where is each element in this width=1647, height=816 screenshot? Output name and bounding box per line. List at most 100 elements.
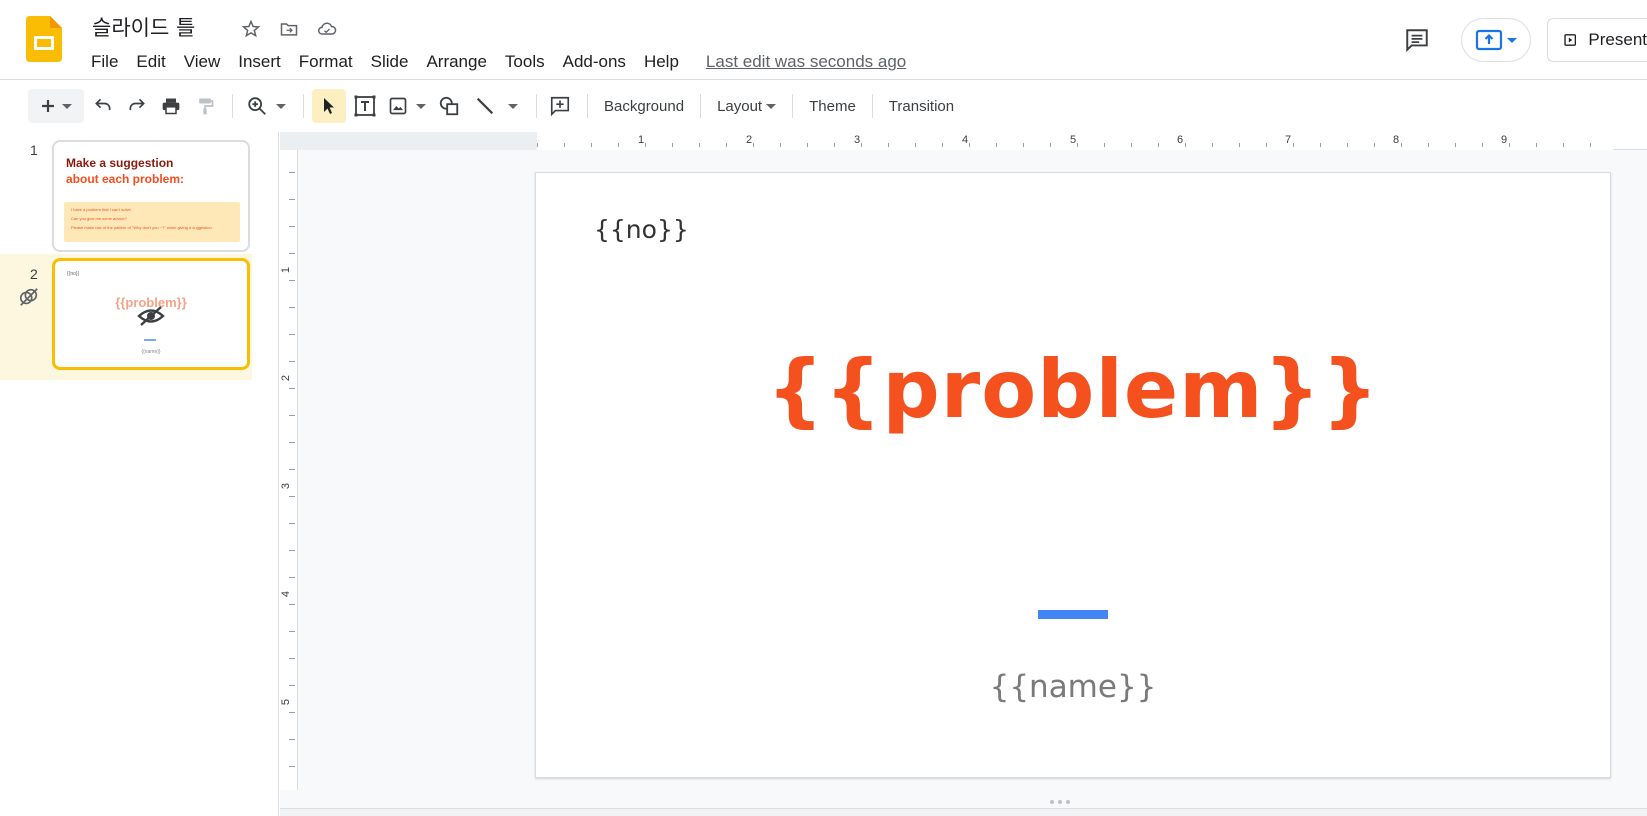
thumb-name-placeholder: {{name}} [141,349,161,355]
menu-tools[interactable]: Tools [496,48,554,76]
present-label: Present [1588,30,1647,49]
toolbar-divider [792,94,794,118]
move-to-folder-icon[interactable] [276,16,302,42]
text-box-icon [354,95,376,117]
thumb-text-line: Can you give me some advice? [71,216,127,221]
toolbar-divider [232,94,233,118]
ruler-corner [280,132,298,150]
menu-addons[interactable]: Add-ons [554,48,635,76]
name-placeholder[interactable]: {{name}} [536,669,1610,705]
print-icon [162,98,180,115]
speaker-notes-strip[interactable] [280,808,1647,816]
problem-placeholder[interactable]: {{problem}} [536,343,1610,436]
slide-editor: 1 2 3 4 5 6 7 8 9 1 2 3 4 5 {{no}} {{pro… [280,132,1647,816]
background-button[interactable]: Background [596,98,692,115]
chevron-down-icon [1507,37,1517,43]
add-comment-icon [550,96,570,117]
shape-button[interactable] [434,89,464,123]
image-icon [389,97,407,115]
chevron-down-icon [276,103,286,109]
thumb-text-line: Please make use of the pattern of "Why d… [71,225,213,230]
slide-canvas[interactable]: {{no}} {{problem}} {{name}} [535,172,1611,778]
ruler-margin [298,132,537,150]
document-title[interactable]: 슬라이드 틀 [92,12,195,42]
undo-button[interactable] [88,89,118,123]
handle-dot [1058,800,1062,804]
slide-number: 1 [30,142,38,158]
thumb-text-box: I have a problem that I can't solve. Can… [64,202,240,242]
comment-icon [1406,29,1428,53]
ruler-ticks [289,172,295,778]
slideshow-icon [1564,34,1577,46]
thumb-text-line: I have a problem that I can't solve. [71,207,132,212]
paint-format-icon [199,98,214,115]
present-screen-icon [1475,29,1503,51]
new-slide-button[interactable] [28,89,84,123]
last-edit-link[interactable]: Last edit was seconds ago [706,52,906,72]
select-tool-button[interactable] [312,89,346,123]
text-box-button[interactable] [350,89,380,123]
layout-button[interactable]: Layout [709,89,780,123]
toolbar-divider [303,94,304,118]
slide-thumbnail-2[interactable]: {{no}} {{problem}} {{name}} [52,258,250,370]
layout-label: Layout [717,97,763,115]
slide-filmstrip: 1 Make a suggestion about each problem: … [0,132,279,816]
slides-logo-icon[interactable] [26,16,62,62]
resize-handle[interactable] [1050,800,1070,804]
ruler-ticks [537,143,1613,147]
redo-icon [129,98,145,111]
menu-slide[interactable]: Slide [362,48,418,76]
handle-dot [1066,800,1070,804]
transition-button[interactable]: Transition [881,98,962,115]
slide-thumbnail-1[interactable]: Make a suggestion about each problem: I … [52,140,250,252]
chevron-down-icon [62,103,72,109]
thumb-title-line1: Make a suggestion [66,156,174,170]
handle-dot [1050,800,1054,804]
horizontal-ruler[interactable]: 1 2 3 4 5 6 7 8 9 [280,132,1647,150]
zoom-in-icon [248,97,266,115]
chevron-down-icon [508,103,518,109]
zoom-button[interactable] [241,89,291,123]
undo-icon [95,98,111,111]
line-button[interactable] [468,89,524,123]
chevron-down-icon [766,103,777,109]
vertical-ruler[interactable]: 1 2 3 4 5 [280,150,298,790]
comment-history-button[interactable] [1397,20,1437,60]
line-icon [476,97,494,115]
toolbar-divider [587,94,588,118]
slide-number: 2 [30,266,38,282]
toolbar-divider [536,94,537,118]
star-icon[interactable] [238,16,264,42]
app-header: 슬라이드 틀 File Edit View Insert Format Slid… [0,0,1647,80]
toolbar-divider [871,94,873,118]
hidden-slide-icon [137,306,165,326]
menu-file[interactable]: File [82,48,127,76]
slide-thumb-row-1: 1 Make a suggestion about each problem: … [0,132,252,256]
chevron-down-icon [416,103,426,109]
present-to-meeting-button[interactable] [1461,18,1531,62]
cursor-icon [324,98,334,114]
present-button[interactable]: Present [1547,18,1647,62]
menu-insert[interactable]: Insert [229,48,290,76]
cloud-saved-icon[interactable] [314,16,340,42]
redo-button[interactable] [122,89,152,123]
toolbar: Background Layout Theme Transition [0,80,1647,132]
thumb-divider-bar [144,339,156,341]
insert-image-button[interactable] [384,89,430,123]
print-button[interactable] [156,89,186,123]
divider-bar[interactable] [1038,610,1108,619]
menu-arrange[interactable]: Arrange [417,48,495,76]
add-comment-button[interactable] [545,89,575,123]
menu-view[interactable]: View [175,48,230,76]
paint-format-button[interactable] [190,89,220,123]
theme-button[interactable]: Theme [801,98,864,115]
thumb-title-line2: about each problem: [66,172,185,186]
menu-help[interactable]: Help [635,48,688,76]
menu-format[interactable]: Format [290,48,362,76]
skipped-slide-icon [19,288,38,306]
no-placeholder[interactable]: {{no}} [594,215,689,244]
toolbar-divider [700,94,702,118]
menu-edit[interactable]: Edit [127,48,174,76]
shape-icon [439,96,459,116]
menu-bar: File Edit View Insert Format Slide Arran… [82,48,906,76]
